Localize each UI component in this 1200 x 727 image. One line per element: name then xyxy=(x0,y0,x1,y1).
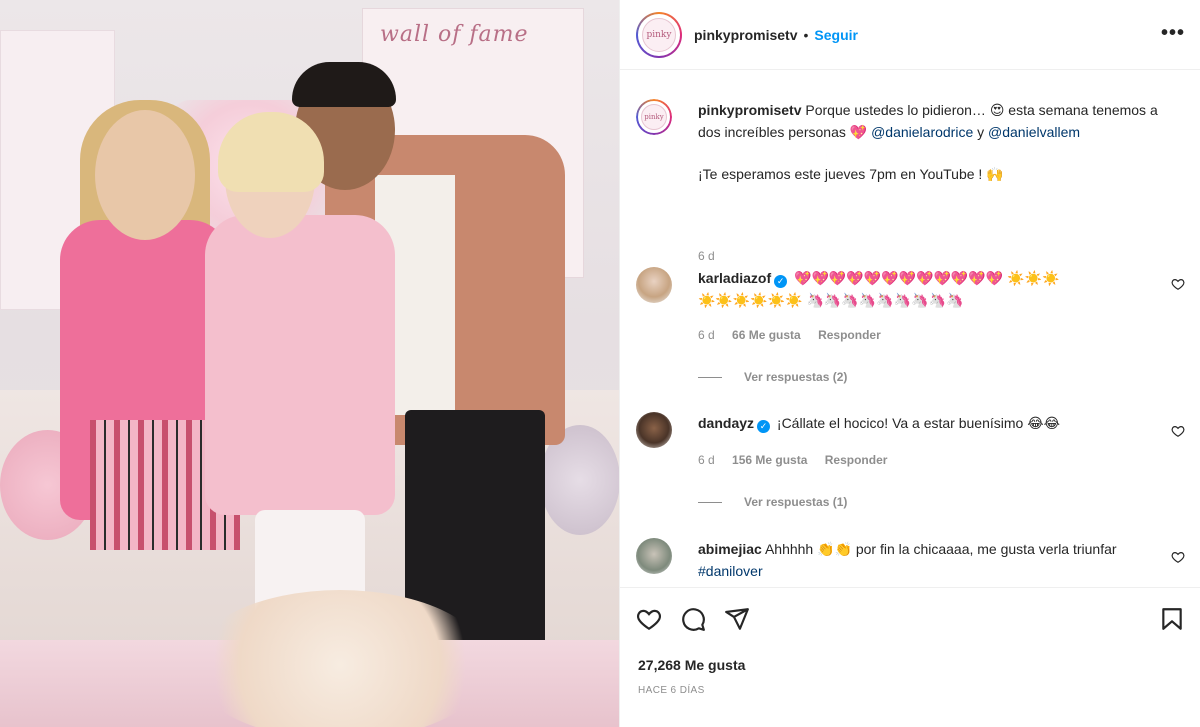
comment-suns-1: ☀️☀️☀️ xyxy=(1007,270,1060,286)
comment-suns-2: ☀️☀️☀️☀️☀️☀️ xyxy=(698,292,803,308)
like-comment-heart-icon[interactable] xyxy=(1171,550,1185,564)
brand-logo-icon: pinky xyxy=(641,104,667,130)
comment-body: Ahhhhh 👏👏 por fin la chicaaaa, me gusta … xyxy=(764,541,1117,557)
view-replies-button[interactable]: Ver respuestas (1) xyxy=(698,495,847,509)
caption-and: y xyxy=(977,124,985,140)
verified-icon: ✓ xyxy=(774,275,788,288)
caption-time[interactable]: 6 d xyxy=(698,249,715,263)
save-button[interactable] xyxy=(1159,606,1185,635)
mention-danielvallem[interactable]: @danielvallem xyxy=(988,124,1080,140)
reply-button[interactable]: Responder xyxy=(825,453,888,467)
view-replies-button[interactable]: Ver respuestas (2) xyxy=(698,370,847,384)
post-photo[interactable]: wall of fame xyxy=(0,0,619,727)
comment-username[interactable]: abimejiac xyxy=(698,541,762,557)
person-left-face xyxy=(95,110,195,240)
caption-text: pinkypromisetv Porque ustedes lo pidiero… xyxy=(698,99,1158,185)
follow-button[interactable]: Seguir xyxy=(814,27,858,43)
comment-meta: 6 d 66 Me gusta Responder xyxy=(698,328,895,342)
brand-logo-icon: pinky xyxy=(642,17,676,52)
comment-body: ¡Cállate el hocico! Va a estar buenísimo… xyxy=(776,415,1060,431)
heart-icon[interactable] xyxy=(636,606,662,632)
reply-button[interactable]: Responder xyxy=(818,328,881,342)
replies-line xyxy=(698,501,722,503)
comment-time[interactable]: 6 d xyxy=(698,328,715,342)
view-replies-label: Ver respuestas (1) xyxy=(744,495,848,509)
view-replies-label: Ver respuestas (2) xyxy=(744,370,848,384)
like-comment-heart-icon[interactable] xyxy=(1171,277,1185,291)
like-comment-heart-icon[interactable] xyxy=(1171,424,1185,438)
hashtag-link[interactable]: #danilover xyxy=(698,563,763,579)
author-username[interactable]: pinkypromisetv xyxy=(694,27,797,43)
commenter-avatar[interactable] xyxy=(636,267,672,303)
caption-username[interactable]: pinkypromisetv xyxy=(698,102,801,118)
post-header: pinky pinkypromisetv • Seguir ••• xyxy=(620,0,1200,70)
instagram-post: wall of fame pinky pinkypromisetv • Segu… xyxy=(0,0,1200,727)
likes-count[interactable]: 27,268 Me gusta xyxy=(638,657,745,673)
caption-meta: 6 d xyxy=(698,249,729,263)
share-icon[interactable] xyxy=(724,606,750,632)
person-right-hair xyxy=(292,62,396,107)
post-date[interactable]: HACE 6 DÍAS xyxy=(638,685,705,696)
action-icons xyxy=(636,606,750,632)
wall-of-fame-text: wall of fame xyxy=(380,22,529,47)
replies-line xyxy=(698,376,722,378)
comment-time[interactable]: 6 d xyxy=(698,453,715,467)
caption-avatar[interactable]: pinky xyxy=(636,99,672,135)
commenter-avatar[interactable] xyxy=(636,412,672,448)
comments-section[interactable]: pinky pinkypromisetv Porque ustedes lo p… xyxy=(620,71,1200,586)
comment-likes[interactable]: 156 Me gusta xyxy=(732,453,807,467)
comment-unicorns: 🦄🦄🦄🦄🦄🦄🦄🦄🦄 xyxy=(806,292,964,308)
mention-danielarodrice[interactable]: @danielarodrice xyxy=(871,124,973,140)
comment-likes[interactable]: 66 Me gusta xyxy=(732,328,801,342)
flower-arrangement xyxy=(190,590,490,727)
comment-icon[interactable] xyxy=(680,606,706,632)
verified-icon: ✓ xyxy=(757,420,771,433)
bookmark-icon[interactable] xyxy=(1159,606,1185,632)
comment-meta: 6 d 156 Me gusta Responder xyxy=(698,453,901,467)
post-actions: 27,268 Me gusta HACE 6 DÍAS xyxy=(620,587,1200,727)
comment-text: dandayz ✓ ¡Cállate el hocico! Va a estar … xyxy=(698,412,1158,434)
comment-username[interactable]: karladiazof xyxy=(698,270,771,286)
more-icon[interactable]: ••• xyxy=(1161,22,1185,45)
comment-hearts: 💖💖💖💖💖💖💖💖💖💖💖💖 xyxy=(794,270,1004,286)
caption-line-2: ¡Te esperamos este jueves 7pm en YouTube… xyxy=(698,166,1004,182)
comment-text: karladiazof ✓ 💖💖💖💖💖💖💖💖💖💖💖💖 ☀️☀️☀️ ☀️☀️☀️☀… xyxy=(698,267,1158,311)
comment-text: abimejiac Ahhhhh 👏👏 por fin la chicaaaa,… xyxy=(698,538,1158,582)
commenter-avatar[interactable] xyxy=(636,538,672,574)
comment-username[interactable]: dandayz xyxy=(698,415,754,431)
person-center-outfit xyxy=(205,215,395,515)
separator-dot: • xyxy=(803,26,809,43)
author-avatar[interactable]: pinky xyxy=(636,11,682,58)
post-side-panel: pinky pinkypromisetv • Seguir ••• pinky … xyxy=(619,0,1200,727)
